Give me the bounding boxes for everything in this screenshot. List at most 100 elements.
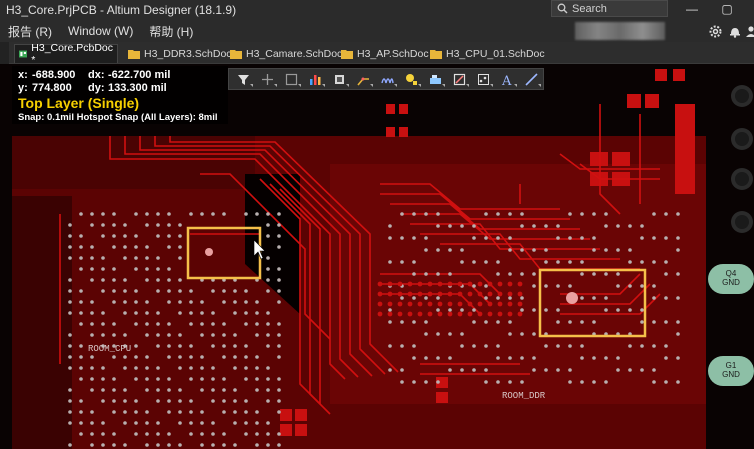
string-icon[interactable]: A [495,69,519,89]
tab-h3-ddr3-schdoc[interactable]: H3_DDR3.SchDoc [124,44,236,63]
via [79,399,83,403]
via [448,248,452,252]
via [255,443,259,447]
cross-icon[interactable] [255,69,279,89]
via [388,224,392,228]
via [472,224,476,228]
via [424,380,428,384]
bga-pad [487,301,493,307]
via [412,212,416,216]
tab-h3-ap-schdoc[interactable]: H3_AP.SchDoc [337,44,433,63]
via [255,322,259,326]
via [189,432,193,436]
via [222,443,226,447]
via [255,212,259,216]
search-box[interactable]: Search [551,0,668,17]
hud-snap-info: Snap: 0.1mil Hotspot Snap (All Layers): … [18,112,218,123]
via [79,344,83,348]
via [222,322,226,326]
via [664,260,668,264]
restore-button[interactable]: ▢ [712,0,742,18]
via [277,300,281,304]
via [68,366,72,370]
select-rect-icon[interactable] [279,69,303,89]
via [424,320,428,324]
via [101,212,105,216]
tab-h3-cpu-01-schdoc[interactable]: H3_CPU_01.SchDoc [426,44,549,63]
via [266,432,270,436]
via [640,344,644,348]
via [496,296,500,300]
via [211,432,215,436]
room-ddr-label: ROOM_DDR [502,391,546,401]
via [568,344,572,348]
via [436,212,440,216]
via [211,399,215,403]
via [167,443,171,447]
route-icon[interactable] [351,69,375,89]
bga-pad [447,301,453,307]
tab-label: H3_Camare.SchDoc [246,47,343,60]
via [145,443,149,447]
via [277,399,281,403]
via [544,224,548,228]
via [460,368,464,372]
via [520,212,524,216]
via [652,296,656,300]
via [532,332,536,336]
via [628,344,632,348]
via [616,248,620,252]
via [255,410,259,414]
via [484,236,488,240]
pad-icon[interactable] [399,69,423,89]
interactive-route-icon[interactable] [375,69,399,89]
filter-icon[interactable] [231,69,255,89]
tab-h3-core-pcbdoc[interactable]: H3_Core.PcbDoc * [14,42,118,66]
via [167,322,171,326]
menu-window[interactable]: Window (W) [60,24,141,38]
via [112,333,116,337]
bga-pad [477,281,483,287]
bga-pad [467,301,473,307]
bga-pad [497,291,503,297]
pad-g1-label: G1 GND [708,361,754,379]
fill-icon[interactable] [423,69,447,89]
via [472,284,476,288]
via [134,322,138,326]
via [244,366,248,370]
region-icon[interactable] [447,69,471,89]
gear-icon[interactable] [707,23,723,39]
room-cpu-label: ROOM_CPU [88,344,132,354]
bell-icon[interactable] [727,23,743,39]
via [277,333,281,337]
via [520,296,524,300]
via-array-icon[interactable] [471,69,495,89]
via [508,236,512,240]
via [101,311,105,315]
via [156,443,160,447]
via [388,368,392,372]
bga-pad [377,301,383,307]
via [178,388,182,392]
via [145,410,149,414]
via [178,278,182,282]
via [424,272,428,276]
via [145,223,149,227]
via [178,256,182,260]
via [189,377,193,381]
via [156,432,160,436]
menu-report[interactable]: 报告 (R) [0,23,60,40]
menu-help[interactable]: 帮助 (H) [141,23,201,40]
via [460,308,464,312]
via [532,224,536,228]
via [255,300,259,304]
chart-icon[interactable] [303,69,327,89]
tab-h3-camare-schdoc[interactable]: H3_Camare.SchDoc [226,44,346,63]
via [112,410,116,414]
component-icon[interactable] [327,69,351,89]
minimize-button[interactable]: — [677,0,707,18]
via [255,333,259,337]
line-icon[interactable] [519,69,543,89]
user-icon[interactable] [743,23,754,39]
via [277,212,281,216]
